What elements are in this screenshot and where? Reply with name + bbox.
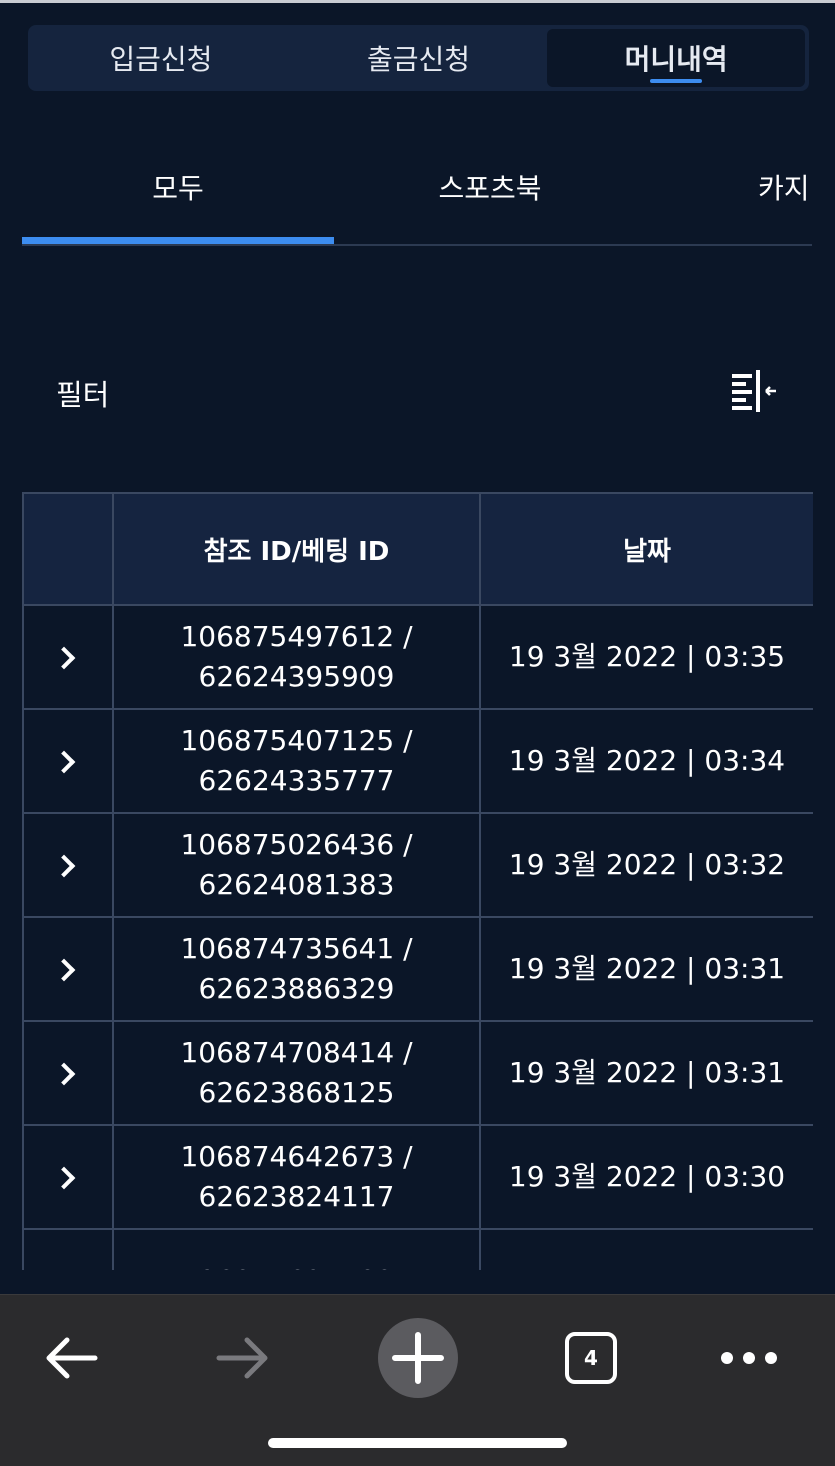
id-cell: 106874708414 / 62623868125 (112, 1020, 481, 1126)
ref-id: 106874708414 / (180, 1036, 413, 1069)
tab-casino[interactable]: 카지 (758, 130, 812, 244)
table-row[interactable]: 106874735641 / 62623886329 19 3월 2022 | 0… (22, 916, 813, 1022)
expand-cell[interactable] (22, 604, 114, 710)
bet-id: 62623824117 (198, 1180, 395, 1213)
header-expand (22, 492, 114, 606)
chevron-right-icon (52, 1166, 76, 1190)
filter-collapse-icon (732, 370, 776, 412)
date-cell: 19 3월 2022 | 03:31 (479, 916, 813, 1022)
table-header-row: 참조 ID/베팅 ID 날짜 (22, 492, 813, 606)
chevron-right-icon (52, 1062, 76, 1086)
ref-id: 106875497612 / (180, 620, 413, 653)
tab-money-history[interactable]: 머니내역 (547, 29, 806, 87)
table-row[interactable]: 106874708414 / 62623868125 19 3월 2022 | 0… (22, 1020, 813, 1126)
filter-label: 필터 (56, 378, 110, 412)
back-arrow-icon (46, 1337, 98, 1379)
ref-id: 106874642673 / (180, 1140, 413, 1173)
table-row[interactable]: 106874642673 / 62623824117 19 3월 2022 | 0… (22, 1124, 813, 1230)
tab-label: 머니내역 (624, 43, 728, 76)
table-row[interactable]: 106875497612 / 62624395909 19 3월 2022 | 0… (22, 604, 813, 710)
forward-button[interactable] (198, 1313, 288, 1403)
date-cell: 19 3월 2022 | 03:34 (479, 708, 813, 814)
id-cell: 106874642673 / 62623824117 (112, 1124, 481, 1230)
category-tab-bar: 모두 스포츠북 카지 (22, 130, 812, 246)
status-divider (0, 0, 835, 3)
date-cell: 19 3월 2022 | 03:32 (479, 812, 813, 918)
bet-id: 62624395909 (198, 660, 395, 693)
tab-count: 4 (584, 1346, 598, 1370)
table-row[interactable]: 106875026436 / 62624081383 19 3월 2022 | 0… (22, 812, 813, 918)
tab-label: 카지 (758, 172, 810, 205)
bet-id: 62624081383 (198, 868, 395, 901)
chevron-right-icon (52, 958, 76, 982)
id-cell: 106875407125 / 62624335777 (112, 708, 481, 814)
id-cell: 106875026436 / 62624081383 (112, 812, 481, 918)
tab-label: 출금신청 (366, 43, 471, 76)
expand-cell[interactable] (22, 1228, 114, 1270)
tab-deposit-request[interactable]: 입금신청 (32, 29, 290, 87)
chevron-right-icon (52, 646, 76, 670)
home-indicator (268, 1438, 567, 1448)
date-cell: 19 3월 2022 | 03:30 (479, 1124, 813, 1230)
id-cell: 106874625102 / (112, 1228, 481, 1270)
date-cell (479, 1228, 813, 1270)
active-tab-indicator (650, 79, 703, 83)
date-cell: 19 3월 2022 | 03:35 (479, 604, 813, 710)
expand-cell[interactable] (22, 916, 114, 1022)
bet-id: 62624335777 (198, 764, 395, 797)
expand-cell[interactable] (22, 812, 114, 918)
bet-id: 62623868125 (198, 1076, 395, 1109)
active-tab-indicator (22, 237, 334, 244)
forward-arrow-icon (216, 1337, 268, 1379)
expand-cell[interactable] (22, 1124, 114, 1230)
table-row[interactable]: 106874625102 / (22, 1228, 813, 1270)
top-tab-bar: 입금신청 출금신청 머니내역 (28, 25, 809, 91)
filter-toggle-button[interactable] (730, 370, 780, 412)
expand-cell[interactable] (22, 708, 114, 814)
back-button[interactable] (26, 1313, 116, 1403)
tab-sportsbook[interactable]: 스포츠북 (334, 130, 646, 244)
header-ref-bet-id: 참조 ID/베팅 ID (112, 492, 481, 606)
chevron-right-icon (52, 750, 76, 774)
ref-id: 106875407125 / (180, 724, 413, 757)
id-cell: 106874735641 / 62623886329 (112, 916, 481, 1022)
date-cell: 19 3월 2022 | 03:31 (479, 1020, 813, 1126)
bet-id: 62623886329 (198, 972, 395, 1005)
tab-withdraw-request[interactable]: 출금신청 (290, 29, 548, 87)
tabs-icon: 4 (565, 1332, 617, 1384)
new-tab-button[interactable] (373, 1313, 463, 1403)
tab-label: 입금신청 (109, 43, 213, 76)
chevron-right-icon (52, 854, 76, 878)
header-date: 날짜 (479, 492, 813, 606)
tab-label: 스포츠북 (438, 172, 542, 205)
expand-cell[interactable] (22, 1020, 114, 1126)
more-button[interactable] (704, 1313, 794, 1403)
tab-label: 모두 (152, 172, 204, 205)
ref-id: 106875026436 / (180, 828, 413, 861)
money-history-table: 참조 ID/베팅 ID 날짜 106875497612 / 62624395909… (22, 492, 813, 1270)
plus-icon (392, 1332, 444, 1384)
ref-id: 106874625102 / (114, 1261, 479, 1270)
table-row[interactable]: 106875407125 / 62624335777 19 3월 2022 | 0… (22, 708, 813, 814)
plus-circle (378, 1318, 458, 1398)
id-cell: 106875497612 / 62624395909 (112, 604, 481, 710)
tab-all[interactable]: 모두 (22, 130, 334, 244)
tabs-button[interactable]: 4 (546, 1313, 636, 1403)
more-icon (721, 1352, 777, 1364)
ref-id: 106874735641 / (180, 932, 413, 965)
